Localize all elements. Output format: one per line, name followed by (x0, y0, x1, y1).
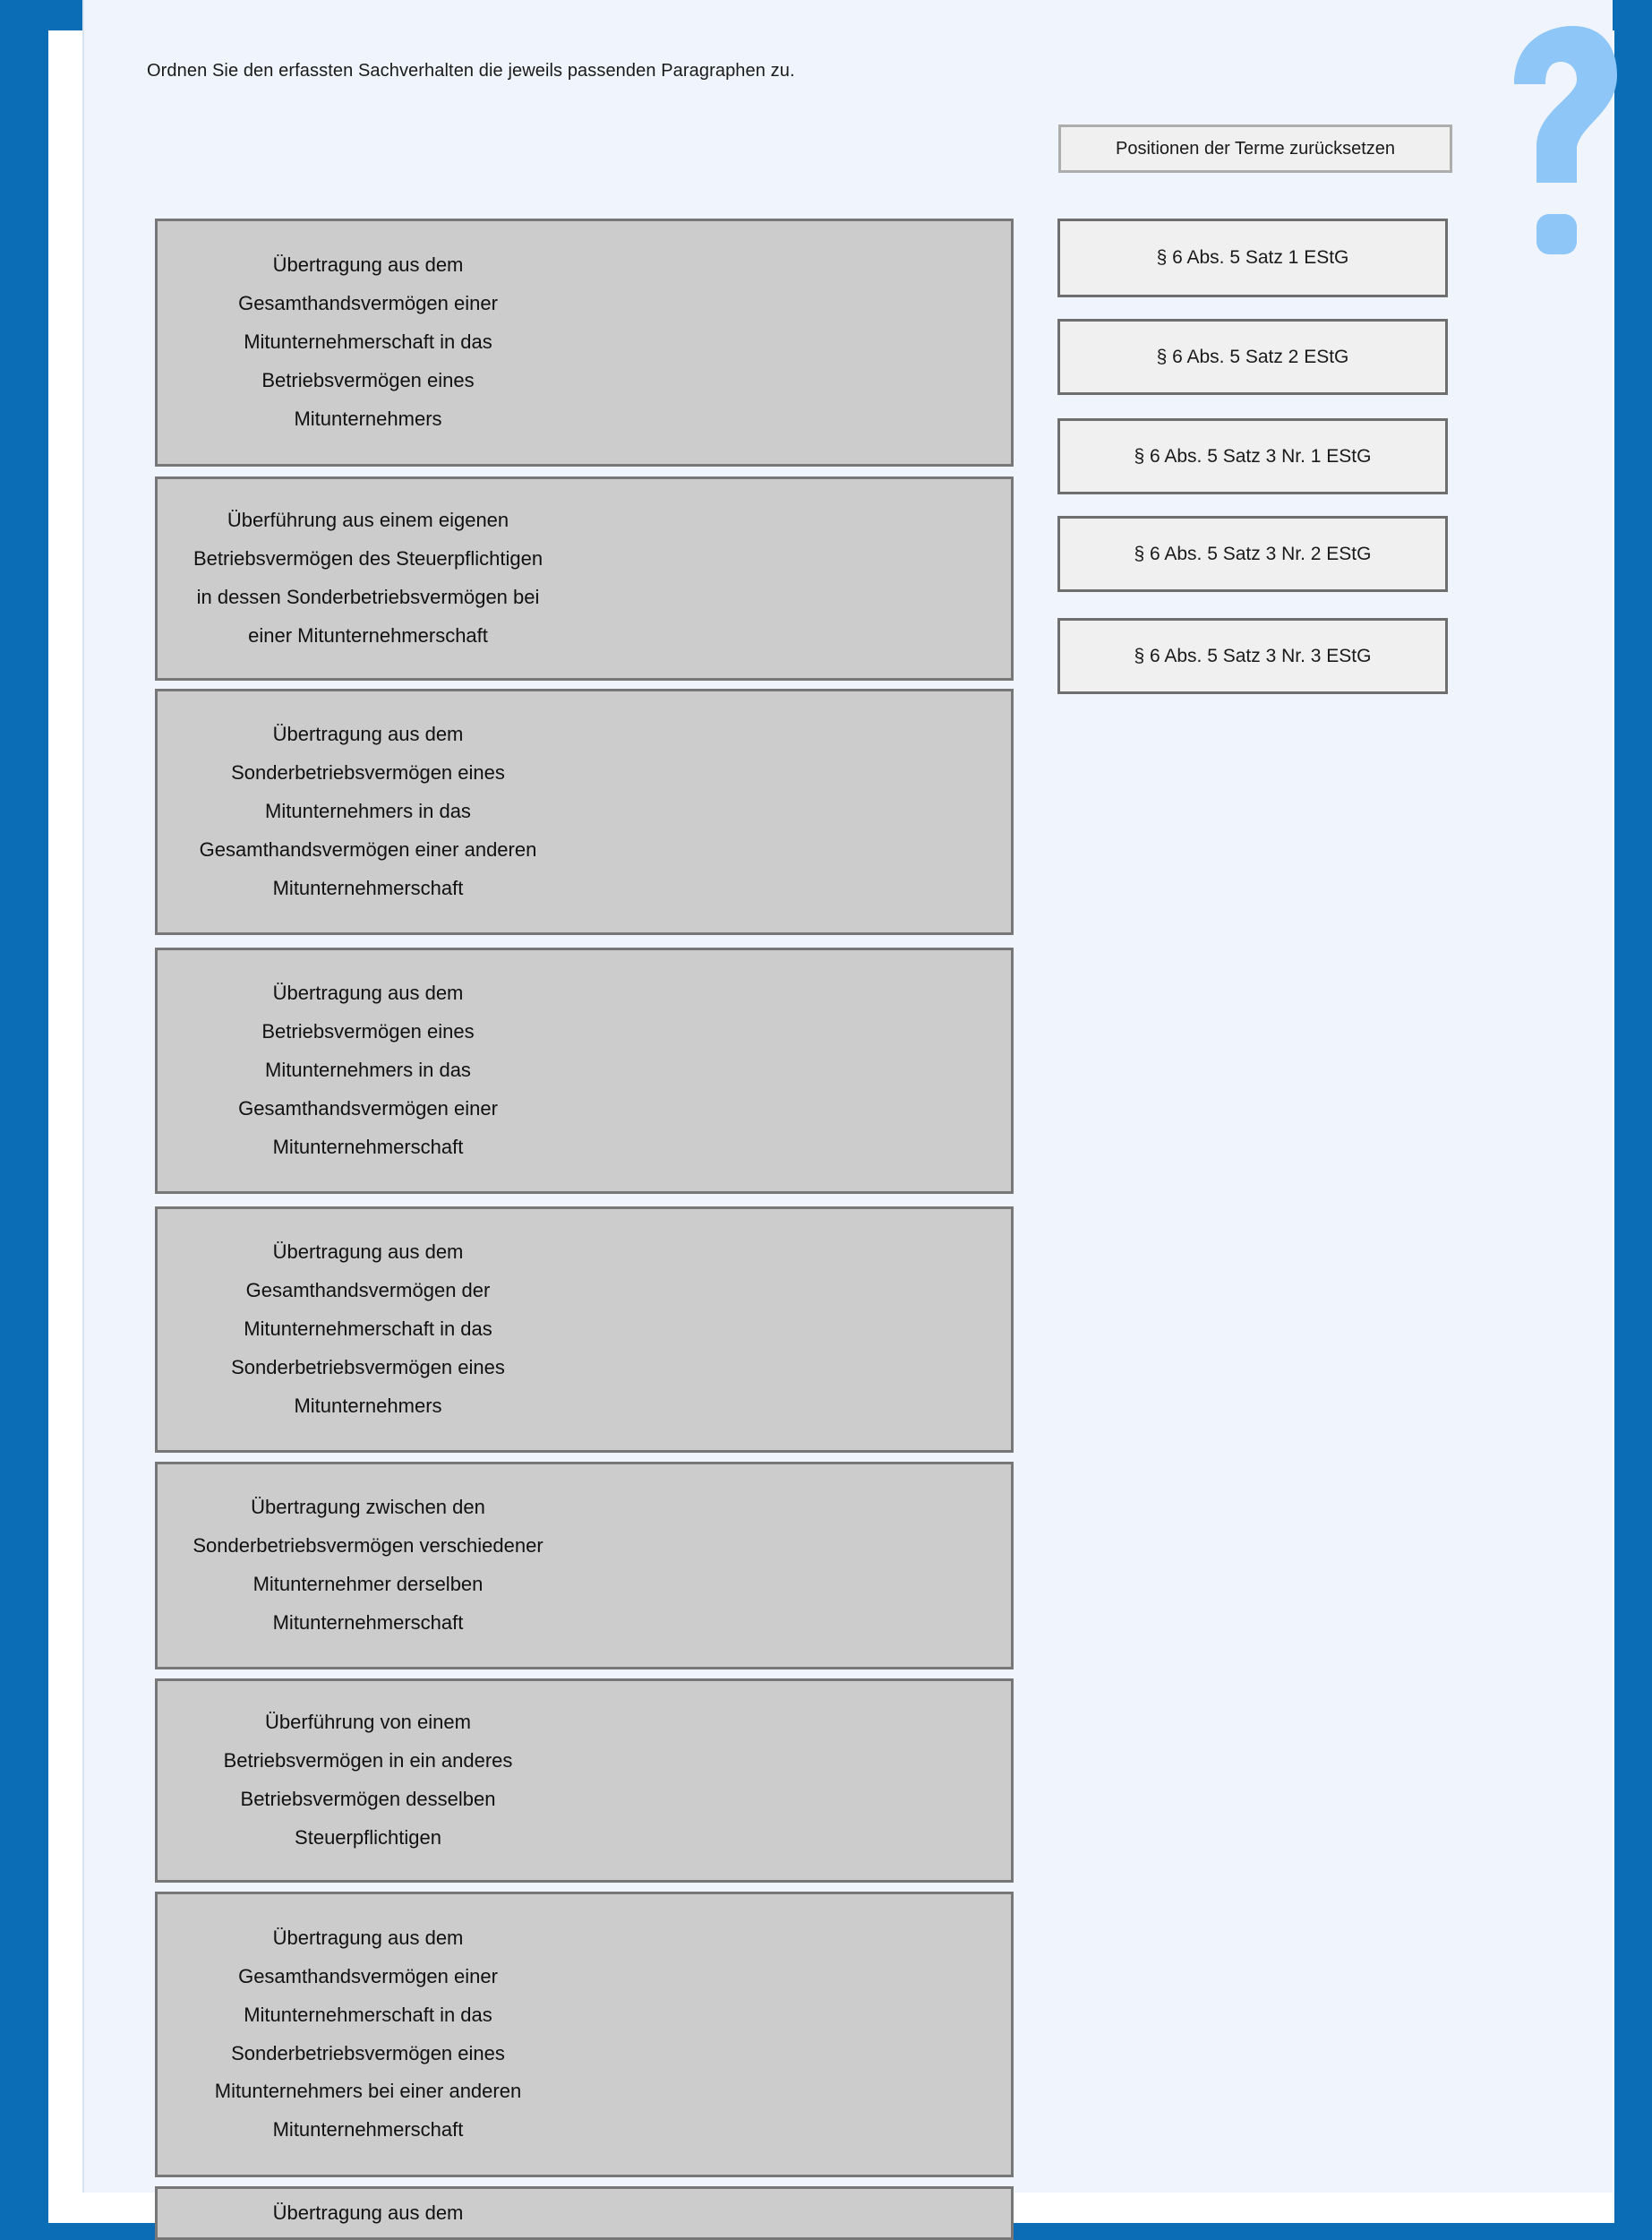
fact-text: Übertragung aus dem (272, 2201, 464, 2224)
fact-text: Übertragung aus dem Gesamthandsvermögen … (214, 1926, 522, 2141)
fact-drop-zone[interactable]: Übertragung aus dem (155, 2186, 1014, 2240)
reset-terms-button[interactable]: Positionen der Terme zurücksetzen (1058, 124, 1452, 173)
fact-text: Übertragung zwischen den Sonderbetriebsv… (193, 1496, 544, 1634)
question-mark-icon[interactable] (1505, 13, 1622, 281)
fact-drop-zone[interactable]: Übertragung zwischen den Sonderbetriebsv… (155, 1462, 1014, 1669)
fact-drop-zone[interactable]: Übertragung aus dem Sonderbetriebsvermög… (155, 689, 1014, 935)
draggable-term[interactable]: § 6 Abs. 5 Satz 1 EStG (1057, 219, 1448, 297)
fact-text: Überführung aus einem eigenen Betriebsve… (193, 509, 544, 647)
fact-text: Überführung von einem Betriebsvermögen i… (223, 1711, 513, 1849)
fact-text: Übertragung aus dem Sonderbetriebsvermög… (199, 723, 537, 899)
fact-text: Übertragung aus dem Gesamthandsvermögen … (231, 1240, 505, 1417)
draggable-term[interactable]: § 6 Abs. 5 Satz 3 Nr. 3 EStG (1057, 618, 1448, 694)
fact-drop-zone[interactable]: Übertragung aus dem Gesamthandsvermögen … (155, 1892, 1014, 2177)
fact-text: Übertragung aus dem Gesamthandsvermögen … (238, 253, 498, 430)
fact-drop-zone[interactable]: Überführung von einem Betriebsvermögen i… (155, 1678, 1014, 1883)
draggable-term[interactable]: § 6 Abs. 5 Satz 3 Nr. 2 EStG (1057, 516, 1448, 592)
instruction-text: Ordnen Sie den erfassten Sachverhalten d… (147, 61, 795, 81)
fact-drop-zone[interactable]: Übertragung aus dem Gesamthandsvermögen … (155, 1206, 1014, 1453)
fact-drop-zone[interactable]: Übertragung aus dem Gesamthandsvermögen … (155, 219, 1014, 467)
fact-drop-zone[interactable]: Übertragung aus dem Betriebsvermögen ein… (155, 948, 1014, 1194)
fact-text: Übertragung aus dem Betriebsvermögen ein… (238, 982, 498, 1158)
draggable-term[interactable]: § 6 Abs. 5 Satz 2 EStG (1057, 319, 1448, 395)
fact-drop-zone[interactable]: Überführung aus einem eigenen Betriebsve… (155, 476, 1014, 681)
draggable-term[interactable]: § 6 Abs. 5 Satz 3 Nr. 1 EStG (1057, 418, 1448, 494)
